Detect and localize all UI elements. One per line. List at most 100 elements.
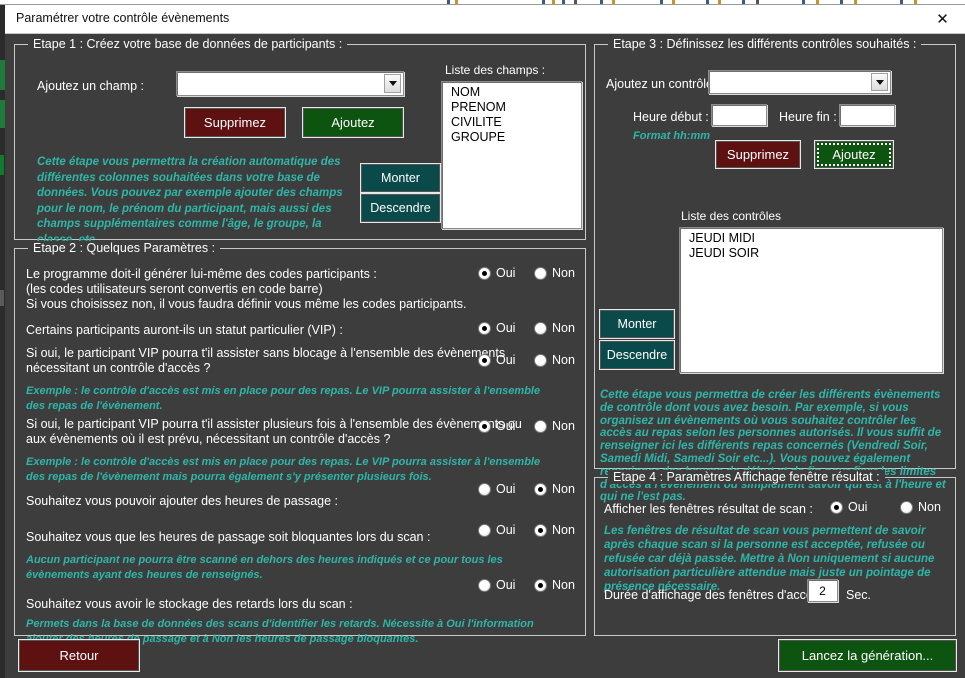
radio-display-yes[interactable]: Oui	[830, 500, 867, 514]
move-field-down-button[interactable]: Descendre	[361, 194, 440, 222]
radio-indicator[interactable]	[478, 523, 491, 537]
radio-indicator[interactable]	[534, 419, 547, 433]
radio-label: Non	[552, 578, 575, 592]
back-button[interactable]: Retour	[19, 640, 139, 671]
radio-label: Non	[552, 523, 575, 537]
step3-list-title: Liste des contrôles	[681, 209, 782, 223]
window-title: Paramétrer votre contrôle évènements	[16, 11, 230, 25]
step2-question-3-line-1: Si oui, le participant VIP pourra t'il a…	[26, 346, 506, 360]
step2-question-2-line-1: Certains participants auront-ils un stat…	[26, 323, 343, 337]
radio-label: Oui	[496, 353, 516, 367]
move-control-up-button[interactable]: Monter	[600, 310, 674, 338]
radio-indicator[interactable]	[478, 321, 491, 335]
list-item[interactable]: GROUPE	[442, 130, 581, 145]
step4-hint: Les fenêtres de résultat de scan vous pe…	[604, 525, 935, 593]
step2-question-1-line-3: Si vous choisissez non, il vous faudra d…	[26, 297, 467, 311]
step2-question-1-line-2: (les codes utilisateurs seront convertis…	[26, 282, 323, 296]
list-item[interactable]: JEUDI SOIR	[680, 246, 942, 261]
step2-question-7-line-1: Souhaitez vous avoir le stockage des ret…	[26, 597, 353, 611]
radio-indicator[interactable]	[534, 353, 547, 367]
chevron-down-icon[interactable]	[384, 74, 401, 93]
duration-input[interactable]: 2	[807, 579, 838, 602]
radio-q3-yes[interactable]: Oui	[478, 353, 515, 367]
radio-q1-no[interactable]: Non	[534, 266, 575, 280]
radio-indicator[interactable]	[478, 482, 491, 496]
radio-indicator[interactable]	[478, 419, 491, 433]
delete-control-button[interactable]: Supprimez	[716, 141, 800, 168]
radio-q2-no[interactable]: Non	[534, 321, 575, 335]
step4-display-label: Afficher les fenêtres résultat de scan :	[604, 502, 813, 516]
step1-list-title: Liste des champs :	[445, 63, 546, 77]
radio-indicator[interactable]	[478, 578, 491, 592]
radio-indicator[interactable]	[900, 500, 913, 514]
dialog-client-area: Etape 1 : Créez votre base de données de…	[5, 34, 965, 678]
radio-label: Oui	[496, 523, 516, 537]
step3-end-label: Heure fin :	[779, 110, 837, 124]
radio-q7-no[interactable]: Non	[534, 578, 575, 592]
step2-question-4-line-1: Si oui, le participant VIP pourra t'il a…	[26, 417, 522, 431]
step2-question-3-line-2: nécessitant un contrôle d'accès ?	[26, 361, 211, 375]
radio-indicator[interactable]	[534, 482, 547, 496]
radio-q6-no[interactable]: Non	[534, 523, 575, 537]
control-combo[interactable]	[708, 70, 891, 94]
step1-hint: Cette étape vous permettra la création a…	[37, 156, 343, 246]
radio-q1-yes[interactable]: Oui	[478, 266, 515, 280]
start-time-input[interactable]	[711, 104, 767, 126]
radio-label: Oui	[496, 482, 516, 496]
radio-label: Non	[552, 482, 575, 496]
radio-display-no[interactable]: Non	[900, 500, 941, 514]
controls-listbox[interactable]: JEUDI MIDI JEUDI SOIR	[679, 227, 943, 373]
radio-indicator[interactable]	[478, 353, 491, 367]
group-step-1: Etape 1 : Créez votre base de données de…	[14, 37, 586, 246]
step2-question-6-line-1: Souhaitez vous que les heures de passage…	[26, 530, 431, 544]
radio-indicator[interactable]	[534, 523, 547, 537]
step2-question-4-line-2: aux évènements où il est prévu, nécessit…	[26, 432, 391, 446]
radio-indicator[interactable]	[478, 266, 491, 280]
end-time-input[interactable]	[839, 104, 895, 126]
list-item[interactable]: JEUDI MIDI	[680, 231, 942, 246]
step2-hint-2: Exemple : le contrôle d'accès est mis en…	[26, 456, 541, 483]
radio-q3-no[interactable]: Non	[534, 353, 575, 367]
radio-q4-yes[interactable]: Oui	[478, 419, 515, 433]
radio-q2-yes[interactable]: Oui	[478, 321, 515, 335]
radio-label: Non	[552, 353, 575, 367]
title-bar: Paramétrer votre contrôle évènements ✕	[5, 5, 965, 34]
step2-legend: Etape 2 : Quelques Paramètres :	[28, 241, 221, 255]
step3-legend: Etape 3 : Définissez les différents cont…	[608, 37, 922, 51]
step3-format-hint: Format hh:mm	[633, 130, 710, 142]
step1-legend: Etape 1 : Créez votre base de données de…	[28, 37, 348, 51]
move-control-down-button[interactable]: Descendre	[600, 341, 674, 369]
radio-q5-yes[interactable]: Oui	[478, 482, 515, 496]
radio-indicator[interactable]	[534, 266, 547, 280]
radio-label: Non	[918, 500, 941, 514]
add-control-button[interactable]: Ajoutez	[815, 141, 893, 168]
delete-field-button[interactable]: Supprimez	[185, 108, 285, 137]
group-step-2: Etape 2 : Quelques Paramètres : Le progr…	[14, 241, 586, 645]
step3-control-label: Ajoutez un contrôle :	[606, 77, 720, 91]
launch-generation-button[interactable]: Lancez la génération...	[779, 640, 956, 671]
radio-label: Oui	[848, 500, 868, 514]
chevron-down-icon[interactable]	[871, 73, 888, 91]
add-field-button[interactable]: Ajoutez	[303, 108, 403, 137]
radio-q7-yes[interactable]: Oui	[478, 578, 515, 592]
field-combo-value	[181, 72, 381, 95]
radio-indicator[interactable]	[534, 578, 547, 592]
step4-duration-unit: Sec.	[846, 588, 872, 602]
radio-q5-no[interactable]: Non	[534, 482, 575, 496]
radio-q4-no[interactable]: Non	[534, 419, 575, 433]
fields-listbox[interactable]: NOM PRENOM CIVILITE GROUPE	[441, 81, 582, 229]
list-item[interactable]: CIVILITE	[442, 115, 581, 130]
radio-indicator[interactable]	[534, 321, 547, 335]
radio-indicator[interactable]	[830, 500, 843, 514]
list-item[interactable]: PRENOM	[442, 100, 581, 115]
close-icon[interactable]: ✕	[920, 5, 965, 33]
field-combo[interactable]	[176, 71, 404, 96]
radio-q6-yes[interactable]: Oui	[478, 523, 515, 537]
radio-label: Oui	[496, 266, 516, 280]
list-item[interactable]: NOM	[442, 85, 581, 100]
step4-duration-label: Durée d'affichage des fenêtres d'accès :	[604, 588, 827, 602]
move-field-up-button[interactable]: Monter	[361, 164, 440, 192]
control-combo-value	[713, 71, 868, 93]
radio-label: Oui	[496, 419, 516, 433]
radio-label: Oui	[496, 578, 516, 592]
